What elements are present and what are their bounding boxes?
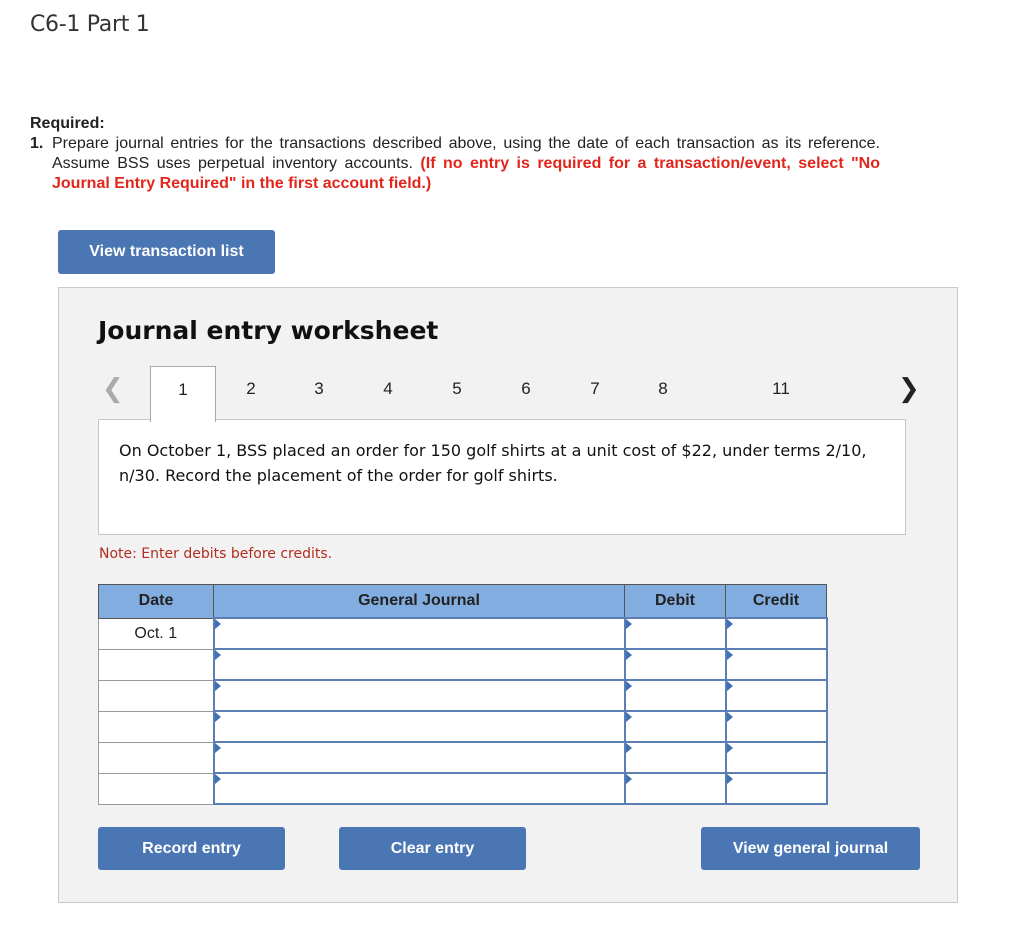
account-cell	[212, 648, 626, 681]
journal-row	[98, 772, 828, 805]
debit-input[interactable]	[625, 620, 725, 647]
item-number: 1.	[30, 135, 44, 152]
item-text: Prepare journal entries for the transact…	[52, 134, 880, 194]
tab-5[interactable]: 5	[424, 366, 490, 420]
journal-row	[98, 710, 828, 743]
credit-input[interactable]	[726, 775, 826, 802]
debit-cell	[623, 648, 727, 681]
dropdown-marker-icon	[726, 743, 733, 753]
debit-cell	[623, 741, 727, 774]
tab-6[interactable]: 6	[493, 366, 559, 420]
account-select[interactable]	[214, 682, 624, 709]
date-cell	[98, 710, 214, 743]
debit-cell	[623, 679, 727, 712]
debit-input[interactable]	[625, 682, 725, 709]
worksheet-title: Journal entry worksheet	[98, 316, 439, 345]
debits-note: Note: Enter debits before credits.	[99, 546, 333, 562]
tab-8[interactable]: 8	[630, 366, 696, 420]
dropdown-marker-icon	[214, 774, 221, 784]
dropdown-marker-icon	[625, 650, 632, 660]
view-general-journal-button[interactable]: View general journal	[701, 827, 920, 870]
journal-row	[98, 741, 828, 774]
account-cell	[212, 710, 626, 743]
dropdown-marker-icon	[214, 681, 221, 691]
dropdown-marker-icon	[214, 650, 221, 660]
header-credit: Credit	[725, 584, 827, 619]
transaction-description: On October 1, BSS placed an order for 15…	[98, 419, 906, 535]
debit-input[interactable]	[625, 713, 725, 740]
chevron-right-icon[interactable]: ❯	[898, 374, 920, 404]
tab-7[interactable]: 7	[562, 366, 628, 420]
credit-input[interactable]	[726, 682, 826, 709]
debit-input[interactable]	[625, 744, 725, 771]
dropdown-marker-icon	[625, 712, 632, 722]
credit-cell	[724, 679, 828, 712]
header-date: Date	[98, 584, 214, 619]
account-select[interactable]	[214, 775, 624, 802]
tab-1[interactable]: 1	[150, 366, 216, 422]
record-entry-button[interactable]: Record entry	[98, 827, 285, 870]
required-label: Required:	[30, 115, 105, 132]
tab-2[interactable]: 2	[218, 366, 284, 420]
credit-input[interactable]	[726, 620, 826, 647]
header-debit: Debit	[624, 584, 726, 619]
account-cell	[212, 772, 626, 805]
tab-4[interactable]: 4	[355, 366, 421, 420]
dropdown-marker-icon	[726, 712, 733, 722]
account-cell	[212, 617, 626, 650]
journal-row: Oct. 1	[98, 617, 828, 650]
credit-cell	[724, 741, 828, 774]
debit-cell	[623, 772, 727, 805]
date-cell: Oct. 1	[98, 617, 214, 650]
transaction-tabs: ❮ 1 2 3 4 5 6 7 8 11 ❯	[98, 366, 920, 422]
credit-input[interactable]	[726, 651, 826, 678]
date-cell	[98, 772, 214, 805]
tab-3[interactable]: 3	[286, 366, 352, 420]
credit-cell	[724, 772, 828, 805]
dropdown-marker-icon	[726, 774, 733, 784]
dropdown-marker-icon	[625, 619, 632, 629]
credit-input[interactable]	[726, 744, 826, 771]
dropdown-marker-icon	[625, 774, 632, 784]
debit-input[interactable]	[625, 775, 725, 802]
journal-table: Date General Journal Debit Credit Oct. 1	[98, 584, 828, 805]
date-cell	[98, 679, 214, 712]
journal-entry-worksheet: Journal entry worksheet ❮ 1 2 3 4 5 6 7 8 11 ❯ O…	[58, 287, 958, 903]
date-cell	[98, 648, 214, 681]
debit-cell	[623, 617, 727, 650]
required-section: Required: 1. Prepare journal entries for…	[30, 114, 880, 194]
journal-header-row: Date General Journal Debit Credit	[98, 584, 827, 619]
journal-row	[98, 679, 828, 712]
credit-cell	[724, 710, 828, 743]
dropdown-marker-icon	[726, 650, 733, 660]
view-transaction-list-button[interactable]: View transaction list	[58, 230, 275, 274]
dropdown-marker-icon	[726, 619, 733, 629]
dropdown-marker-icon	[214, 712, 221, 722]
required-item: 1. Prepare journal entries for the trans…	[30, 134, 880, 194]
account-select[interactable]	[214, 713, 624, 740]
header-general-journal: General Journal	[213, 584, 625, 619]
account-select[interactable]	[214, 744, 624, 771]
clear-entry-button[interactable]: Clear entry	[339, 827, 526, 870]
credit-input[interactable]	[726, 713, 826, 740]
dropdown-marker-icon	[214, 743, 221, 753]
debit-cell	[623, 710, 727, 743]
date-cell	[98, 741, 214, 774]
account-cell	[212, 679, 626, 712]
account-select[interactable]	[214, 620, 624, 647]
account-cell	[212, 741, 626, 774]
debit-input[interactable]	[625, 651, 725, 678]
dropdown-marker-icon	[625, 681, 632, 691]
chevron-left-icon[interactable]: ❮	[102, 374, 124, 404]
credit-cell	[724, 648, 828, 681]
account-select[interactable]	[214, 651, 624, 678]
dropdown-marker-icon	[214, 619, 221, 629]
credit-cell	[724, 617, 828, 650]
journal-row	[98, 648, 828, 681]
page-title: C6-1 Part 1	[30, 12, 150, 37]
dropdown-marker-icon	[726, 681, 733, 691]
dropdown-marker-icon	[625, 743, 632, 753]
tab-11[interactable]: 11	[748, 366, 814, 420]
